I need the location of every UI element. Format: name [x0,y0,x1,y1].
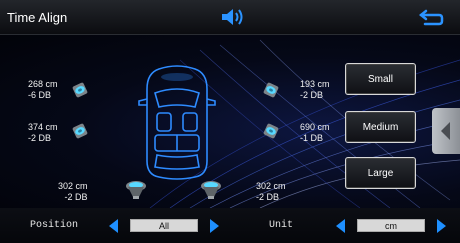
sub-left-distance: 302 cm [58,181,88,191]
position-select[interactable]: All [130,219,198,232]
sub-left-speaker-icon[interactable] [124,177,148,201]
rear-right-distance: 690 cm [300,122,330,132]
front-left-level: -6 DB [28,90,52,100]
rear-left-speaker-icon[interactable] [69,120,91,142]
rear-left-level: -2 DB [28,133,52,143]
front-left-distance: 268 cm [28,79,58,89]
front-right-speaker-label: 193 cm -2 DB [300,79,330,101]
unit-next-arrow-icon[interactable] [435,218,448,234]
medium-button[interactable]: Medium [345,111,416,143]
rear-right-speaker-label: 690 cm -1 DB [300,122,330,144]
front-right-level: -2 DB [300,90,324,100]
position-label: Position [30,220,79,231]
unit-prev-arrow-icon[interactable] [334,218,347,234]
car-top-view-icon [138,65,216,180]
front-left-speaker-icon[interactable] [69,79,91,101]
small-button[interactable]: Small [345,63,416,95]
sub-right-speaker-icon[interactable] [199,177,223,201]
sub-left-level: -2 DB [64,192,88,202]
sub-right-distance: 302 cm [256,181,286,191]
sub-right-speaker-label: 302 cm -2 DB [256,181,286,203]
front-right-distance: 193 cm [300,79,330,89]
position-prev-arrow-icon[interactable] [107,218,120,234]
chevron-left-icon [441,122,450,140]
side-panel-toggle[interactable] [432,108,460,154]
rear-left-distance: 374 cm [28,122,58,132]
position-next-arrow-icon[interactable] [208,218,221,234]
rear-right-level: -1 DB [300,133,324,143]
large-button[interactable]: Large [345,157,416,189]
unit-label: Unit [269,220,294,231]
rear-left-speaker-label: 374 cm -2 DB [28,122,58,144]
front-left-speaker-label: 268 cm -6 DB [28,79,58,101]
front-right-speaker-icon[interactable] [260,79,282,101]
unit-select[interactable]: cm [357,219,425,232]
sub-left-speaker-label: 302 cm -2 DB [58,181,88,203]
rear-right-speaker-icon[interactable] [260,120,282,142]
sub-right-level: -2 DB [256,192,280,202]
